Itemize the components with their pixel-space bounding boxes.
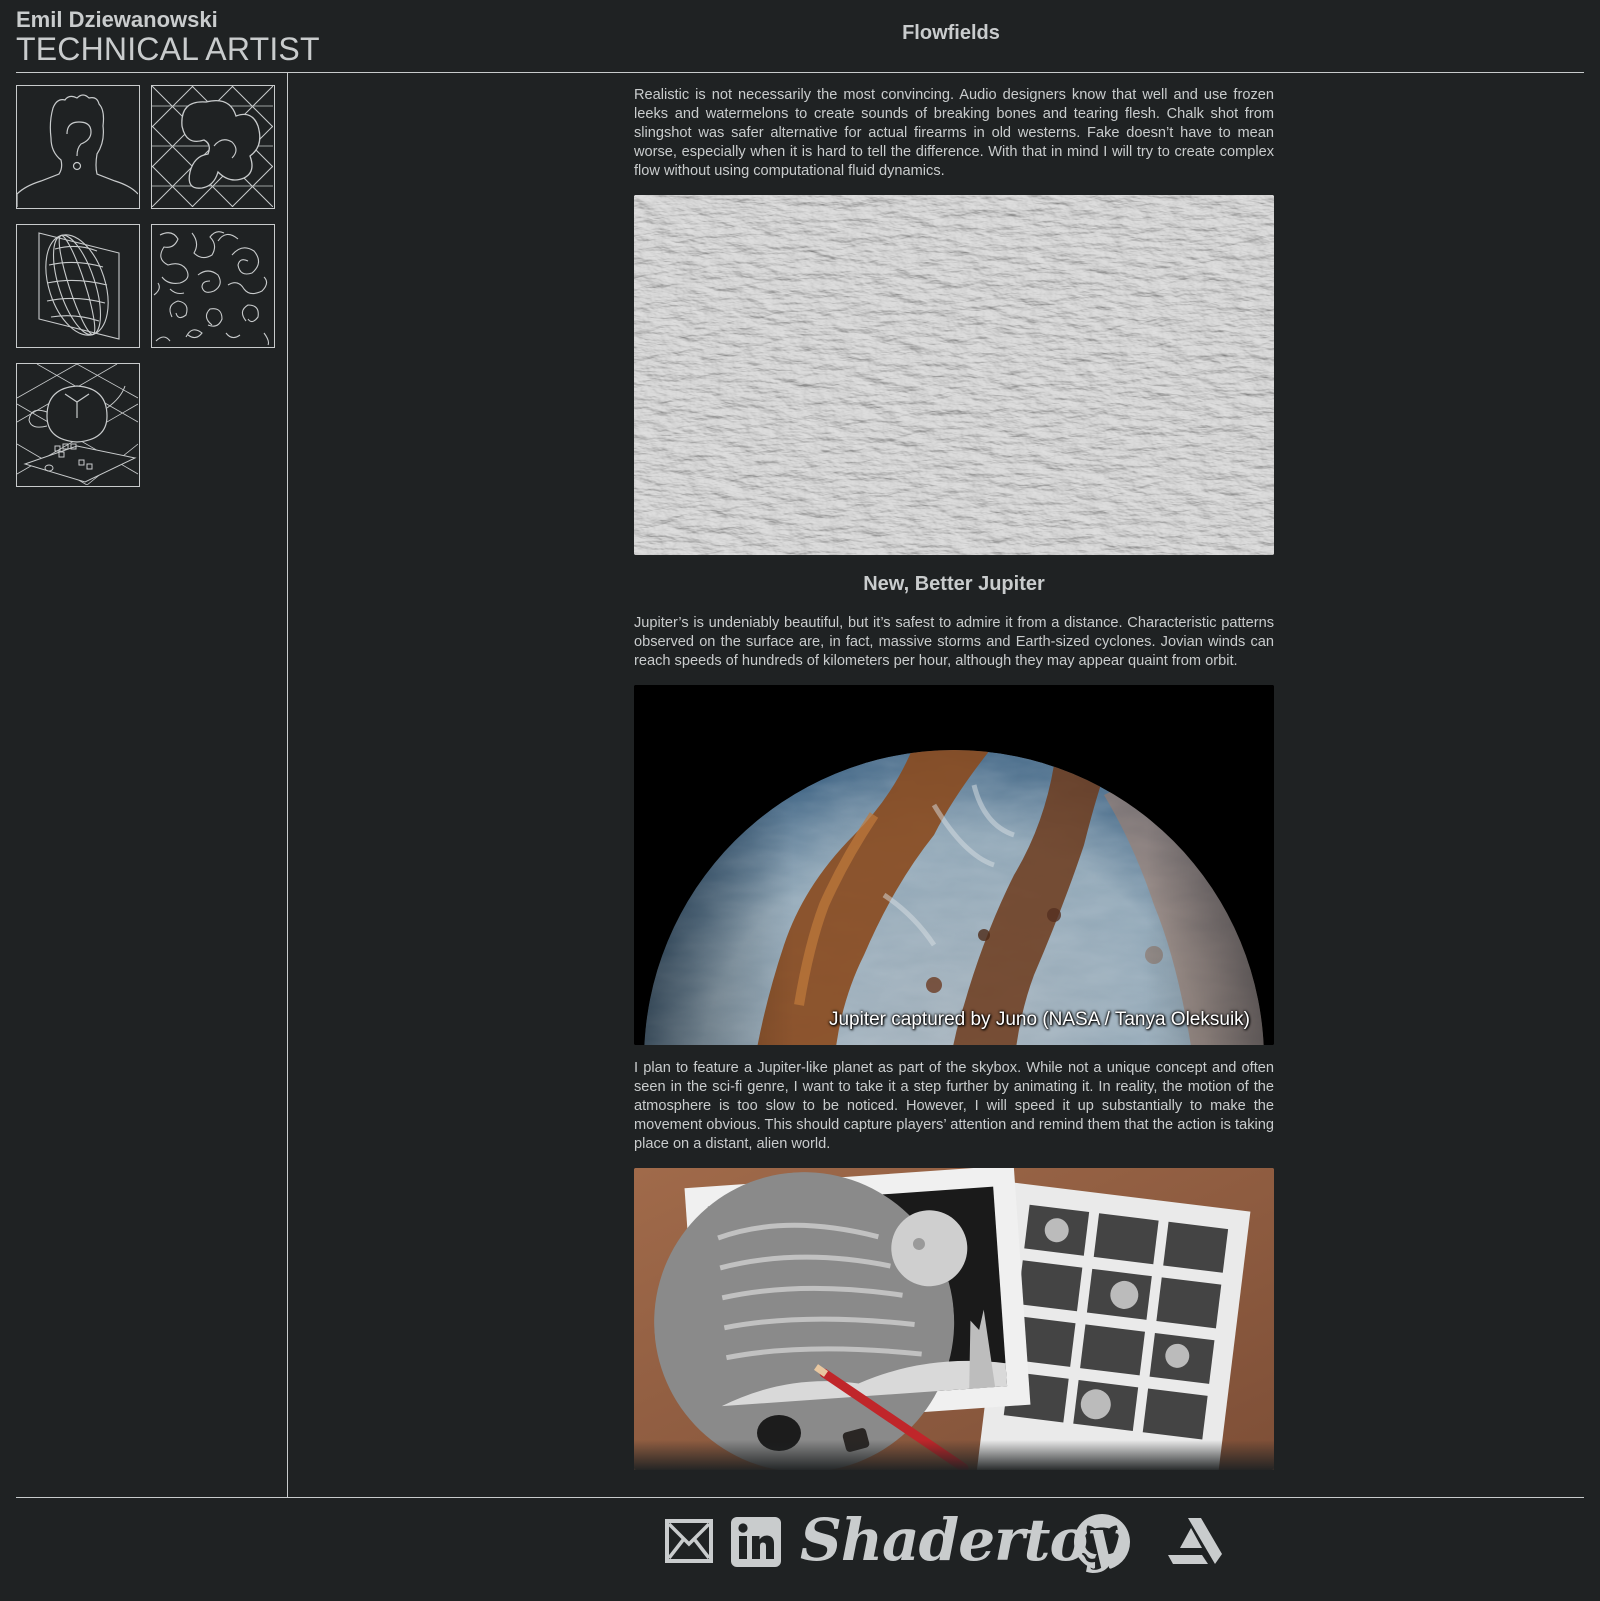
jupiter-paragraph: Jupiter’s is undeniably beautiful, but i… [634,615,1274,669]
site-footer: Shadertoy [16,1497,1584,1601]
author-name[interactable]: Emil Dziewanowski [16,7,218,33]
github-link[interactable] [1074,1514,1130,1574]
thumb-teapot[interactable] [16,363,140,487]
linkedin-link[interactable] [731,1517,781,1571]
github-icon [1074,1514,1130,1569]
artstation-icon [1168,1518,1222,1564]
intro-paragraph: Realistic is not necessarily the most co… [634,87,1274,179]
page-title: Flowfields [902,22,1000,44]
mail-link[interactable] [665,1518,713,1568]
artstation-link[interactable] [1168,1518,1222,1570]
thumb-swirls[interactable] [151,224,275,348]
site-header: Emil Dziewanowski TECHNICAL ARTIST Flowf… [16,0,1584,73]
article: Realistic is not necessarily the most co… [634,86,1274,1470]
thumb-sphere[interactable] [16,224,140,348]
image-fade [634,1440,1274,1470]
wireframe-sphere-icon [38,232,120,340]
author-role[interactable]: TECHNICAL ARTIST [16,31,320,68]
skybox-paragraph: I plan to feature a Jupiter-like planet … [634,1060,1274,1152]
mail-icon [665,1519,713,1563]
thumb-blob[interactable] [151,85,275,209]
jupiter-caption: Jupiter captured by Juno (NASA / Tanya O… [828,1009,1250,1030]
sidebar [0,72,288,1497]
shadertoy-link[interactable]: Shadertoy [800,1506,1121,1574]
sketches-image [634,1168,1274,1470]
linkedin-icon [731,1517,781,1567]
section-title: New, Better Jupiter [863,573,1045,595]
jupiter-image: Jupiter captured by Juno (NASA / Tanya O… [634,685,1274,1045]
profile-silhouette-icon [17,94,138,207]
thumb-about[interactable] [16,85,140,209]
teapot-scene-icon [17,364,138,485]
flowfield-image [634,195,1274,555]
blob-sculpture-icon [152,86,273,207]
swirl-pattern-icon [153,231,270,346]
